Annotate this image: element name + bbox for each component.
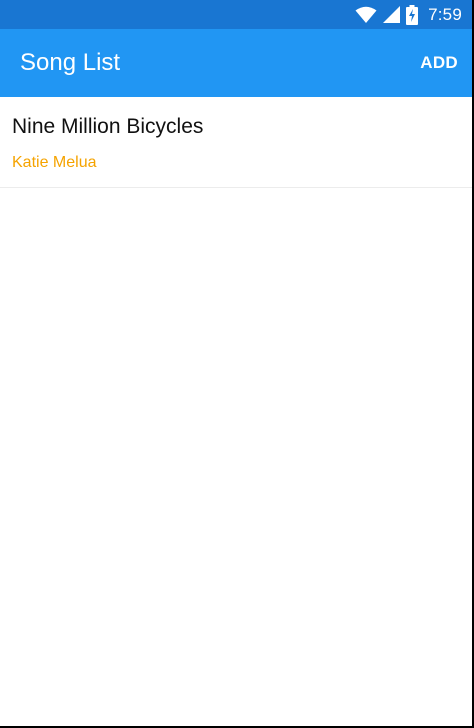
add-button[interactable]: ADD (420, 47, 458, 79)
app-bar: Song List ADD (0, 29, 472, 97)
status-bar: 7:59 (0, 0, 472, 29)
list-item[interactable]: Nine Million Bicycles Katie Melua (0, 97, 472, 188)
status-time: 7:59 (428, 4, 462, 24)
song-title: Nine Million Bicycles (12, 115, 204, 138)
phone-screen: 7:59 Song List ADD Nine Million Bicycles… (0, 0, 472, 726)
song-list: Nine Million Bicycles Katie Melua (0, 97, 472, 188)
cell-signal-icon (383, 6, 401, 23)
wifi-icon (355, 6, 377, 24)
battery-charging-icon (406, 4, 419, 25)
song-artist: Katie Melua (12, 154, 97, 171)
page-title: Song List (20, 49, 121, 76)
